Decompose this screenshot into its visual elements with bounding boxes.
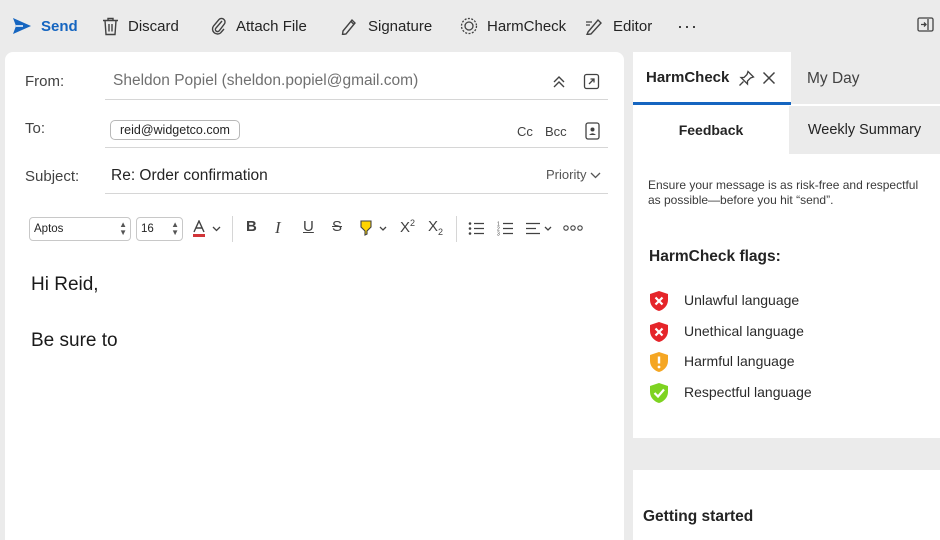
harmcheck-panel: HarmCheck My Day Feedback Weekly Summary… xyxy=(633,52,940,540)
font-family-spin-icon: ▲ ▼ xyxy=(119,220,127,237)
warning-shield-icon xyxy=(650,352,668,372)
tab-feedback[interactable]: Feedback xyxy=(633,106,789,154)
discard-label: Discard xyxy=(128,17,179,35)
my-day-tab-label: My Day xyxy=(807,70,860,87)
signature-button[interactable]: Signature xyxy=(340,0,432,52)
flag-label: Harmful language xyxy=(684,353,795,369)
attach-file-label: Attach File xyxy=(236,17,307,35)
pen-icon xyxy=(341,18,356,35)
pop-out-button[interactable] xyxy=(917,17,934,37)
font-size-select[interactable]: 16 ▲ ▼ xyxy=(136,217,183,241)
fail-shield-icon xyxy=(650,322,668,342)
paperclip-icon xyxy=(211,17,226,35)
subject-label: Subject: xyxy=(25,168,80,185)
fail-shield-icon xyxy=(650,291,668,311)
subscript-icon[interactable]: X2 xyxy=(428,218,443,237)
more-icon: ··· xyxy=(677,15,698,36)
editor-button[interactable]: Editor xyxy=(585,0,652,52)
active-tab-indicator xyxy=(633,102,791,105)
editor-label: Editor xyxy=(613,17,653,35)
priority-dropdown[interactable]: Priority xyxy=(546,167,601,182)
section-divider-band xyxy=(633,438,940,470)
to-divider xyxy=(105,147,608,148)
close-icon[interactable] xyxy=(762,71,776,85)
format-separator xyxy=(232,216,233,242)
subject-divider xyxy=(105,193,608,194)
more-options-button[interactable]: ··· xyxy=(677,0,698,52)
flag-label: Unethical language xyxy=(684,323,804,339)
priority-label: Priority xyxy=(546,167,587,182)
flag-label: Unlawful language xyxy=(684,292,800,308)
harmcheck-label: HarmCheck xyxy=(487,17,567,35)
from-label: From: xyxy=(25,73,65,90)
send-button[interactable]: Send xyxy=(12,0,78,52)
harmcheck-icon xyxy=(460,17,478,35)
flag-item: Harmful language xyxy=(649,351,929,373)
flag-item: Unlawful language xyxy=(649,290,929,312)
superscript-icon[interactable]: X2 xyxy=(400,218,415,236)
pin-icon[interactable] xyxy=(738,70,755,87)
pop-out-icon xyxy=(917,17,934,32)
align-icon[interactable] xyxy=(525,221,555,236)
send-icon xyxy=(13,18,31,34)
font-color-icon[interactable] xyxy=(192,220,222,238)
bullet-list-icon[interactable] xyxy=(468,221,485,236)
font-family-select[interactable]: Aptos ▲ ▼ xyxy=(29,217,131,241)
tab-weekly-summary[interactable]: Weekly Summary xyxy=(789,106,940,154)
from-divider xyxy=(105,99,608,100)
to-label: To: xyxy=(25,120,46,137)
font-size-value: 16 xyxy=(141,223,154,235)
font-size-spin-icon: ▲ ▼ xyxy=(171,220,179,237)
svg-text:3: 3 xyxy=(497,232,500,237)
highlight-icon[interactable] xyxy=(358,219,388,239)
more-format-icon[interactable] xyxy=(563,224,583,232)
message-body-line[interactable]: Hi Reid, xyxy=(31,274,99,296)
check-shield-icon xyxy=(650,383,668,403)
tab-my-day[interactable]: My Day xyxy=(791,52,940,104)
panel-subtabs: Feedback Weekly Summary xyxy=(633,106,940,154)
send-label: Send xyxy=(41,17,78,35)
numbered-list-icon[interactable]: 123 xyxy=(497,221,514,236)
subject-field[interactable]: Re: Order confirmation xyxy=(111,167,268,185)
harmcheck-button[interactable]: HarmCheck xyxy=(460,0,566,52)
harmcheck-tab-title: HarmCheck xyxy=(646,69,730,86)
tab-harmcheck[interactable]: HarmCheck xyxy=(633,52,791,105)
cc-button[interactable]: Cc xyxy=(517,124,533,139)
compose-toolbar: Send Discard Attach File Signature HarmC… xyxy=(0,0,940,52)
italic-icon[interactable]: I xyxy=(275,218,281,238)
flag-label: Respectful language xyxy=(684,384,812,400)
getting-started-heading: Getting started xyxy=(643,508,754,525)
underline-icon[interactable]: U xyxy=(303,218,314,235)
signature-label: Signature xyxy=(368,17,433,35)
bold-icon[interactable]: B xyxy=(246,218,257,235)
editor-pen-icon xyxy=(586,18,602,35)
expand-window-icon[interactable] xyxy=(583,73,600,90)
format-separator xyxy=(456,216,457,242)
chevron-down-icon xyxy=(590,172,601,179)
message-body-line[interactable]: Be sure to xyxy=(31,330,118,352)
trash-icon xyxy=(103,17,118,35)
strikethrough-icon[interactable]: S xyxy=(332,218,342,235)
font-family-value: Aptos xyxy=(34,223,64,235)
from-field[interactable]: Sheldon Popiel (sheldon.popiel@gmail.com… xyxy=(113,72,418,90)
flags-heading: HarmCheck flags: xyxy=(649,248,781,265)
compose-pane: From: Sheldon Popiel (sheldon.popiel@gma… xyxy=(5,52,624,540)
flag-item: Unethical language xyxy=(649,321,929,343)
attach-file-button[interactable]: Attach File xyxy=(211,0,307,52)
harmcheck-intro-text: Ensure your message is as risk-free and … xyxy=(648,178,919,207)
bcc-button[interactable]: Bcc xyxy=(545,124,567,139)
discard-button[interactable]: Discard xyxy=(102,0,179,52)
contact-book-icon[interactable] xyxy=(585,122,600,140)
collapse-chevron-icon[interactable] xyxy=(551,74,567,90)
recipient-chip[interactable]: reid@widgetco.com xyxy=(110,120,240,140)
flag-item: Respectful language xyxy=(649,382,929,404)
